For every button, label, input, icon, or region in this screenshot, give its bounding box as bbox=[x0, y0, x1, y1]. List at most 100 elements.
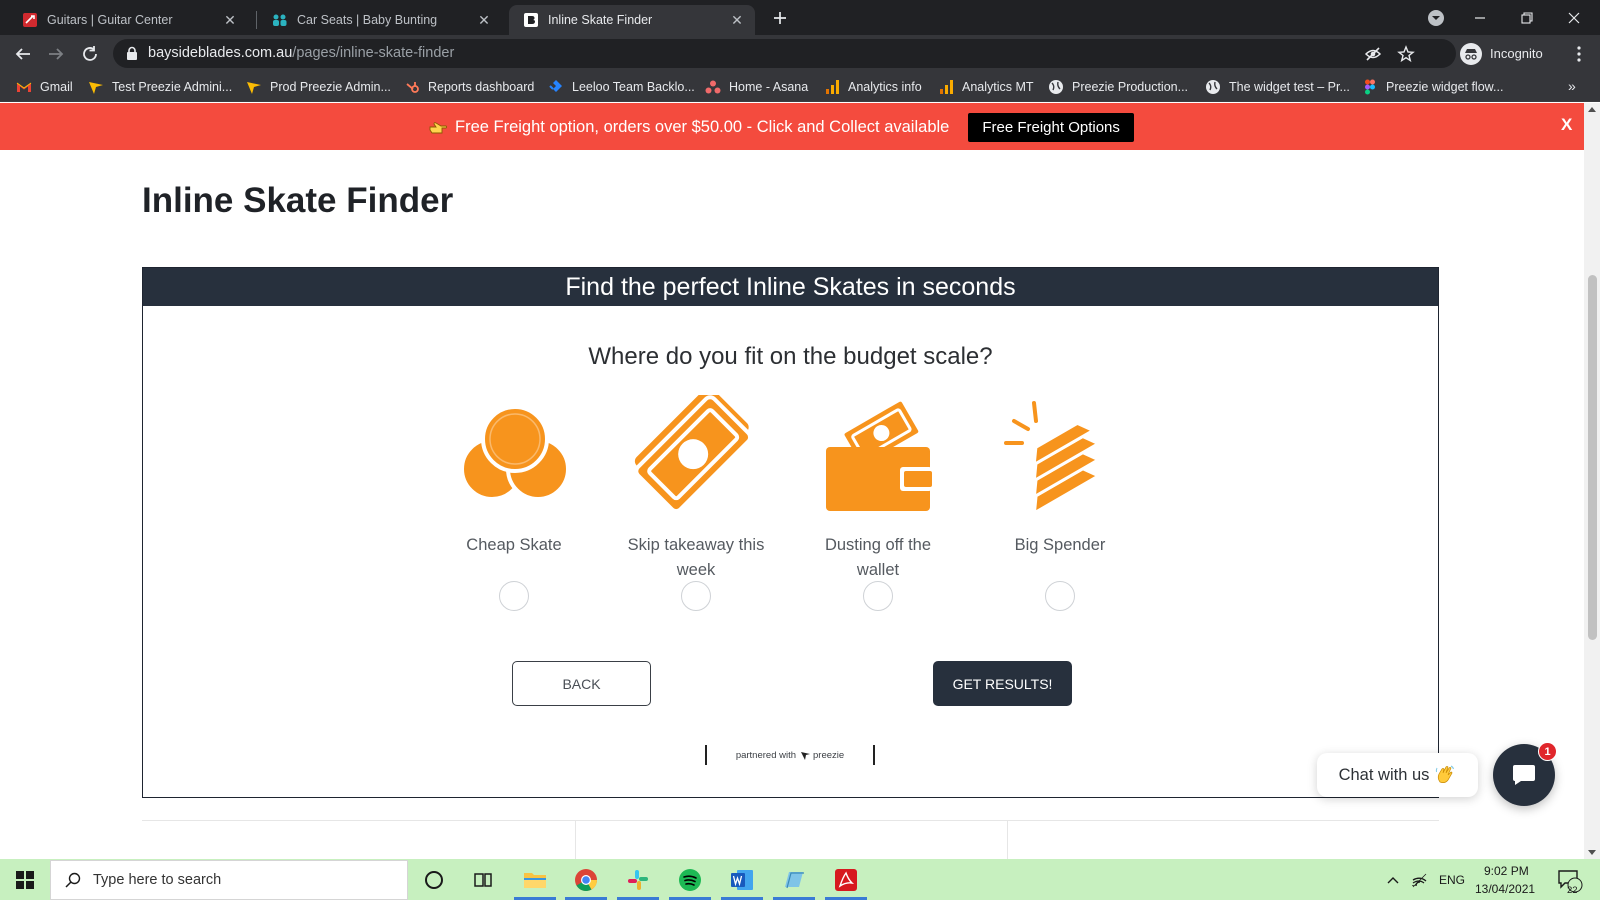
option-cheap-skate[interactable]: Cheap Skate bbox=[439, 395, 589, 558]
bookmark-gmail[interactable]: Gmail bbox=[16, 77, 73, 97]
tab-guitar-center[interactable]: Guitars | Guitar Center ✕ bbox=[8, 5, 248, 35]
radio-big-spender[interactable] bbox=[1045, 581, 1075, 611]
slack-icon[interactable] bbox=[625, 867, 651, 893]
address-bar[interactable]: baysideblades.com.au/pages/inline-skate-… bbox=[113, 39, 1456, 68]
analytics-icon bbox=[826, 80, 839, 94]
close-icon[interactable]: ✕ bbox=[729, 12, 745, 28]
bookmark-label: Reports dashboard bbox=[428, 80, 535, 94]
option-dusting-off-wallet[interactable]: Dusting off the wallet bbox=[803, 395, 953, 583]
announcement-content: Free Freight option, orders over $50.00 … bbox=[428, 112, 1134, 142]
browser-tab-bar: Guitars | Guitar Center ✕ Car Seats | Ba… bbox=[0, 0, 1600, 35]
reload-icon[interactable] bbox=[79, 43, 101, 65]
chrome-icon[interactable] bbox=[573, 867, 599, 893]
radio-cheap-skate[interactable] bbox=[499, 581, 529, 611]
analytics-icon bbox=[940, 80, 953, 94]
url-host: baysideblades.com.au bbox=[148, 45, 293, 61]
url-text[interactable]: baysideblades.com.au/pages/inline-skate-… bbox=[148, 45, 454, 61]
clock-date[interactable]: 13/04/2021 bbox=[1475, 882, 1535, 896]
more-vert-icon[interactable] bbox=[1571, 45, 1587, 63]
bookmark-reports-dashboard[interactable]: Reports dashboard bbox=[404, 77, 534, 97]
free-freight-options-button[interactable]: Free Freight Options bbox=[968, 112, 1134, 142]
bookmark-label: Prod Preezie Admin... bbox=[270, 80, 391, 94]
globe-icon bbox=[1206, 80, 1220, 94]
pointing-hand-icon bbox=[429, 122, 447, 134]
url-path: /pages/inline-skate-finder bbox=[292, 45, 455, 61]
chat-icon bbox=[1513, 765, 1535, 785]
bookmark-preezie-widget-flow[interactable]: Preezie widget flow... bbox=[1362, 77, 1503, 97]
wifi-icon[interactable] bbox=[1411, 872, 1427, 888]
footer-column-divider bbox=[575, 821, 576, 859]
option-label: Cheap Skate bbox=[466, 536, 562, 554]
eye-off-icon[interactable] bbox=[1364, 45, 1382, 63]
notes-app-icon[interactable] bbox=[781, 867, 807, 893]
bookmark-prod-preezie-admin[interactable]: Prod Preezie Admin... bbox=[246, 77, 391, 97]
restore-icon[interactable] bbox=[1515, 6, 1539, 30]
forward-arrow-icon[interactable] bbox=[45, 43, 67, 65]
finder-header: Find the perfect Inline Skates in second… bbox=[143, 268, 1438, 306]
scroll-down-icon[interactable] bbox=[1588, 850, 1596, 855]
bookmark-analytics-info[interactable]: Analytics info bbox=[824, 77, 922, 97]
option-skip-takeaway[interactable]: Skip takeaway this week bbox=[621, 395, 771, 583]
bookmark-analytics-mt[interactable]: Analytics MT bbox=[938, 77, 1034, 97]
wallet-icon bbox=[826, 397, 932, 511]
browser-toolbar: baysideblades.com.au/pages/inline-skate-… bbox=[0, 35, 1600, 72]
scroll-up-icon[interactable] bbox=[1588, 107, 1596, 112]
announcement-close-button[interactable]: X bbox=[1561, 115, 1572, 135]
page-scrollbar[interactable] bbox=[1584, 103, 1600, 859]
word-icon[interactable] bbox=[729, 867, 755, 893]
minimize-icon[interactable] bbox=[1468, 6, 1492, 30]
radio-dusting-off-wallet[interactable] bbox=[863, 581, 893, 611]
back-button[interactable]: BACK bbox=[512, 661, 651, 706]
language-indicator[interactable]: ENG bbox=[1439, 873, 1465, 887]
bookmark-home-asana[interactable]: Home - Asana bbox=[705, 77, 808, 97]
bookmark-leeloo-team-backlog[interactable]: Leeloo Team Backlo... bbox=[548, 77, 695, 97]
bookmark-label: Analytics MT bbox=[962, 80, 1034, 94]
spotify-icon[interactable] bbox=[677, 867, 703, 893]
back-arrow-icon[interactable] bbox=[12, 43, 34, 65]
footer-divider bbox=[142, 820, 1439, 821]
lock-icon[interactable] bbox=[125, 46, 139, 61]
atlassian-icon bbox=[549, 80, 562, 92]
window-close-icon[interactable] bbox=[1562, 6, 1586, 30]
bookmark-preezie-production[interactable]: Preezie Production... bbox=[1048, 77, 1188, 97]
figma-icon bbox=[1365, 79, 1375, 95]
radio-skip-takeaway[interactable] bbox=[681, 581, 711, 611]
close-icon[interactable]: ✕ bbox=[222, 12, 238, 28]
tab-search-icon[interactable] bbox=[1424, 6, 1448, 30]
bookmark-label: Test Preezie Admini... bbox=[112, 80, 233, 94]
close-icon[interactable]: ✕ bbox=[476, 12, 492, 28]
bookmark-test-preezie-admin[interactable]: Test Preezie Admini... bbox=[88, 77, 232, 97]
bookmarks-overflow-icon[interactable]: » bbox=[1568, 78, 1576, 94]
incognito-indicator[interactable]: Incognito bbox=[1460, 39, 1543, 68]
windows-start-icon[interactable] bbox=[16, 871, 34, 889]
task-view-icon[interactable] bbox=[470, 867, 496, 893]
taskbar-search-box[interactable]: Type here to search bbox=[50, 860, 408, 900]
search-icon bbox=[65, 872, 81, 888]
bookmark-label: Analytics info bbox=[848, 80, 922, 94]
chevron-up-icon[interactable] bbox=[1385, 872, 1401, 888]
notification-count: 22 bbox=[1567, 885, 1578, 896]
chat-with-us-bubble[interactable]: Chat with us bbox=[1317, 753, 1478, 797]
option-big-spender[interactable]: Big Spender bbox=[985, 395, 1135, 558]
finder-question: Where do you fit on the budget scale? bbox=[588, 343, 993, 370]
coins-icon bbox=[460, 405, 570, 501]
tab-inline-skate-finder[interactable]: Inline Skate Finder ✕ bbox=[509, 5, 755, 35]
cortana-icon[interactable] bbox=[421, 867, 447, 893]
tab-separator bbox=[256, 11, 257, 29]
file-explorer-icon[interactable] bbox=[522, 867, 548, 893]
bookmark-widget-test[interactable]: The widget test – Pr... bbox=[1205, 77, 1350, 97]
get-results-button[interactable]: GET RESULTS! bbox=[933, 661, 1072, 706]
gold-bars-icon bbox=[1004, 401, 1102, 516]
option-label: Dusting off the wallet bbox=[824, 536, 932, 579]
new-tab-plus-icon[interactable] bbox=[770, 8, 790, 28]
bookmark-label: Gmail bbox=[40, 80, 73, 94]
footer-column-divider bbox=[1007, 821, 1008, 859]
option-label: Big Spender bbox=[1014, 536, 1106, 554]
partner-credit[interactable]: partnered with preezie bbox=[705, 745, 875, 765]
bookmark-label: Preezie Production... bbox=[1072, 80, 1189, 94]
scroll-thumb[interactable] bbox=[1588, 275, 1597, 640]
star-bookmark-icon[interactable] bbox=[1397, 45, 1415, 63]
acrobat-icon[interactable] bbox=[833, 867, 859, 893]
clock-time[interactable]: 9:02 PM bbox=[1484, 864, 1529, 878]
tab-baby-bunting[interactable]: Car Seats | Baby Bunting ✕ bbox=[258, 5, 502, 35]
